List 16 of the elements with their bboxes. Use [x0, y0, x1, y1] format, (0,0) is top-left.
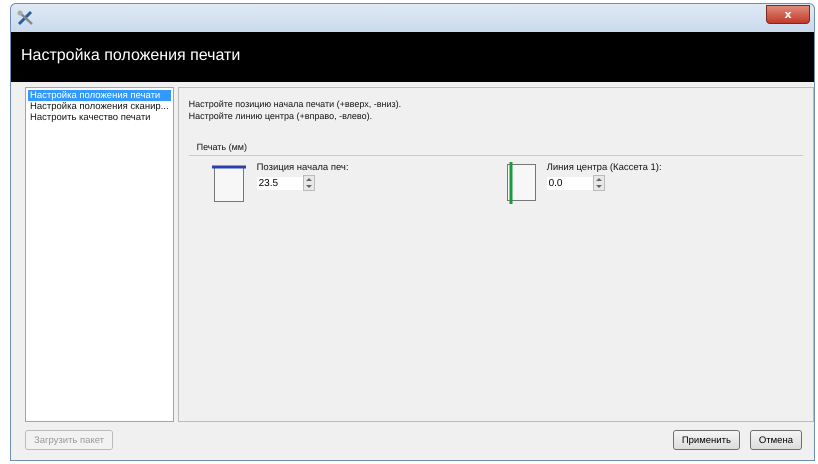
- group-title: Печать (мм): [188, 142, 803, 156]
- apply-button[interactable]: Применить: [672, 430, 740, 450]
- header-title: Настройка положения печати: [11, 32, 814, 82]
- number-field[interactable]: 23.5: [256, 176, 303, 190]
- sidebar-item[interactable]: Настройка положения сканир...: [28, 101, 171, 112]
- tools-icon: [17, 10, 35, 26]
- close-button[interactable]: x: [766, 4, 810, 24]
- spinner-arrows-icon[interactable]: [592, 175, 605, 191]
- spinner-arrows-icon[interactable]: [302, 175, 315, 191]
- number-field[interactable]: 0.0: [546, 176, 593, 190]
- field-label: Линия центра (Кассета 1):: [546, 162, 662, 173]
- sidebar-item[interactable]: Настроить качество печати: [28, 112, 171, 123]
- cancel-button[interactable]: Отмена: [750, 430, 802, 450]
- instruction-text: Настройте позицию начала печати (+вверх, -вниз).: [188, 98, 402, 110]
- field-label: Позиция начала печ:: [256, 162, 349, 173]
- instruction-text: Настройте линию центра (+вправо, -влево).: [188, 110, 374, 122]
